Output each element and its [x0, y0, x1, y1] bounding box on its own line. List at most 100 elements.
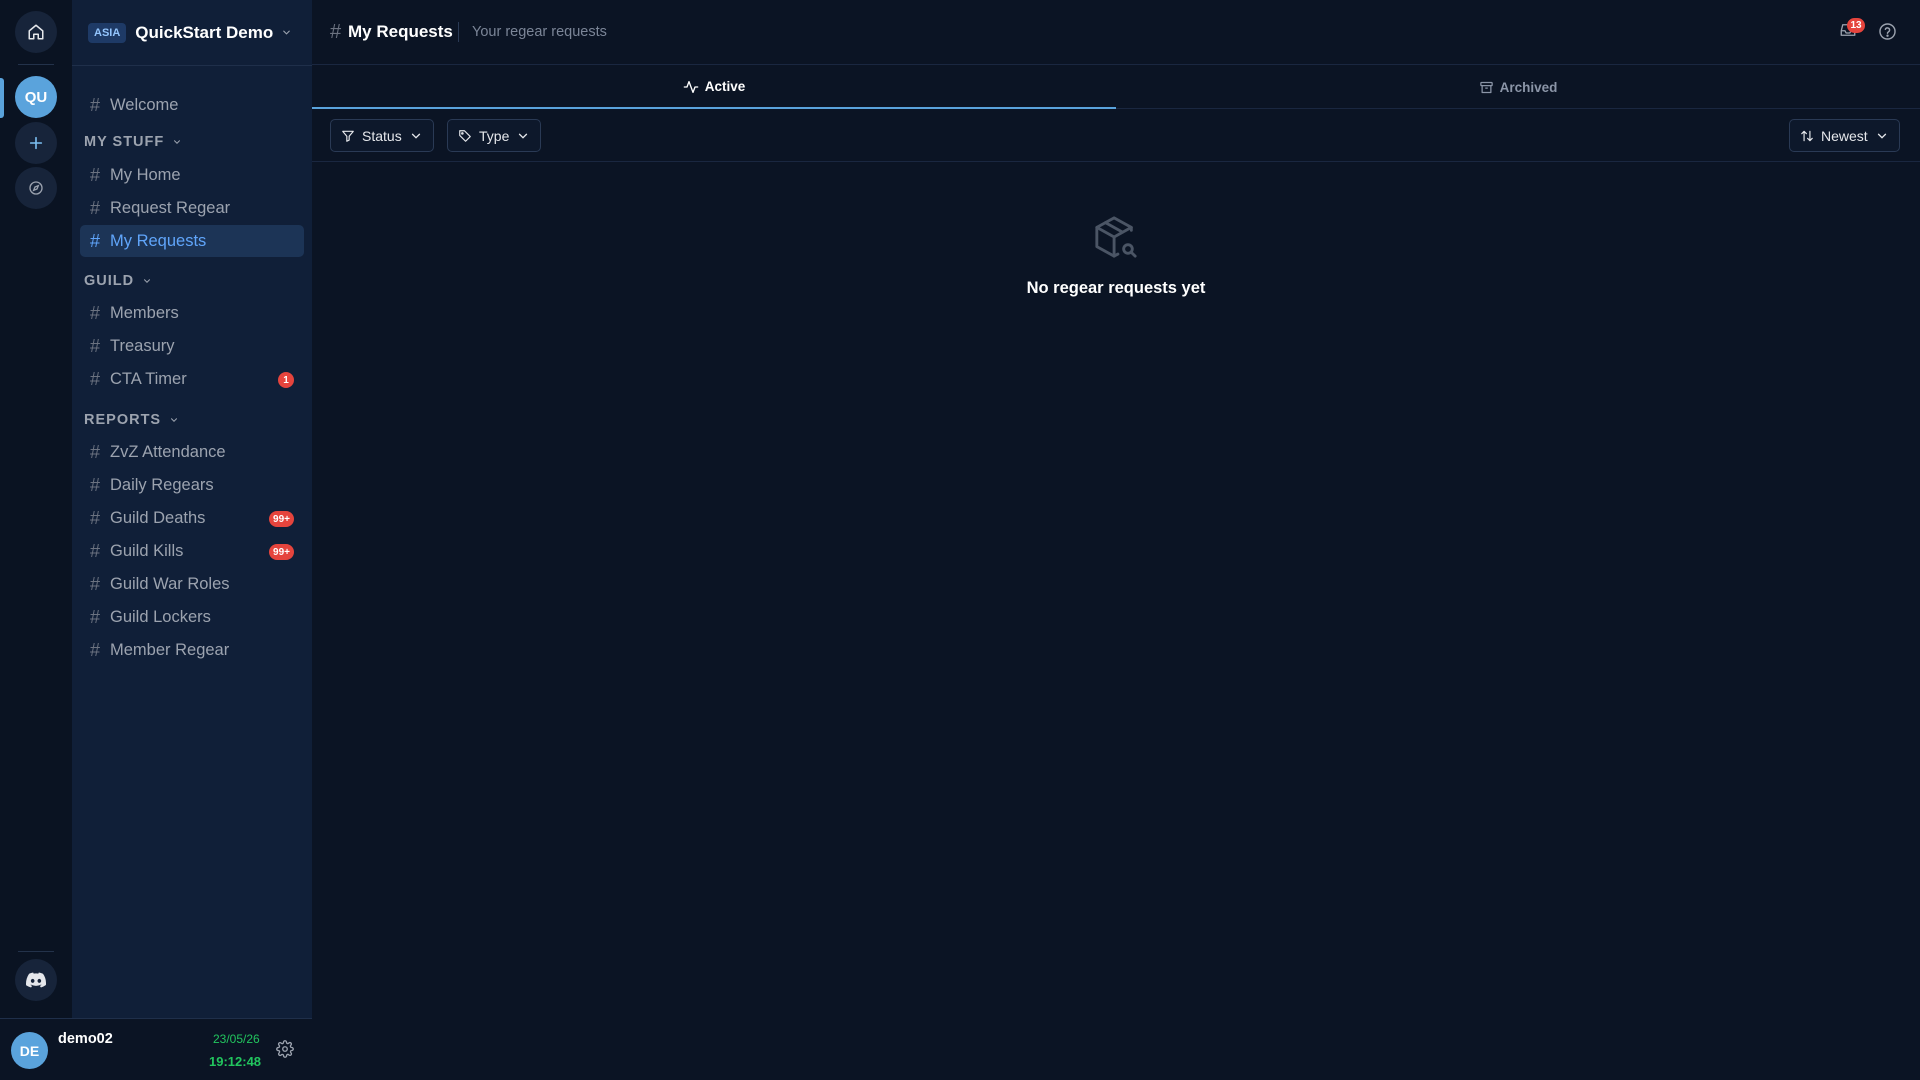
server-name: QuickStart Demo	[135, 22, 274, 42]
archive-icon	[1479, 81, 1493, 94]
chevron-down-icon	[1877, 133, 1886, 139]
unread-badge: 1	[278, 372, 294, 388]
server-header[interactable]: ASIA QuickStart Demo	[72, 0, 312, 66]
clock-time: 19:12:48	[209, 1054, 262, 1069]
nav-item-label: Welcome	[110, 95, 179, 114]
nav-item-guild-deaths[interactable]: # Guild Deaths 99+	[80, 502, 304, 534]
page-subtitle: Your regear requests	[472, 24, 607, 40]
nav-item-daily-regears[interactable]: # Daily Regears	[80, 469, 304, 501]
chevron-down-icon	[283, 30, 291, 35]
section-title: REPORTS	[84, 412, 162, 428]
nav-item-label: Guild Deaths	[110, 508, 206, 527]
sort-button[interactable]: Newest	[1789, 119, 1900, 152]
nav-item-my-requests[interactable]: # My Requests	[80, 225, 304, 257]
region-badge: ASIA	[88, 22, 127, 43]
nav-item-guild-war-roles[interactable]: # Guild War Roles	[80, 568, 304, 600]
nav-item-guild-lockers[interactable]: # Guild Lockers	[80, 601, 304, 633]
section-header-my-stuff[interactable]: MY STUFF	[84, 132, 182, 152]
tab-archived[interactable]: Archived	[1116, 66, 1920, 109]
add-server-button[interactable]	[15, 122, 57, 164]
help-icon	[1879, 23, 1896, 40]
filter-bar: Status Type Newest	[312, 110, 1920, 162]
compass-icon	[29, 181, 43, 195]
explore-button[interactable]	[15, 167, 57, 209]
nav-item-label: My Home	[110, 165, 181, 184]
home-button[interactable]	[15, 11, 57, 53]
discord-icon	[26, 972, 46, 988]
nav-item-guild-kills[interactable]: # Guild Kills 99+	[80, 535, 304, 567]
section-header-guild[interactable]: GUILD	[84, 271, 152, 291]
hash-icon: #	[90, 230, 101, 251]
status-filter-button[interactable]: Status	[330, 119, 434, 152]
notification-badge: 13	[1847, 18, 1865, 33]
help-button[interactable]	[1878, 22, 1897, 46]
main-panel: # My Requests Your regear requests 13 Ac…	[312, 0, 1920, 1080]
empty-state: No regear requests yet	[312, 214, 1920, 298]
section-title: MY STUFF	[84, 134, 165, 150]
tab-label: Archived	[1499, 80, 1558, 95]
server-button-quickstart[interactable]: QU	[15, 76, 57, 118]
home-icon	[28, 24, 44, 40]
nav-item-welcome[interactable]: # Welcome	[80, 89, 304, 121]
active-server-indicator	[0, 78, 4, 118]
nav-item-my-home[interactable]: # My Home	[80, 159, 304, 191]
channel-header: # My Requests Your regear requests 13	[312, 0, 1920, 65]
nav-item-label: Request Regear	[110, 198, 231, 217]
section-header-reports[interactable]: REPORTS	[84, 410, 179, 430]
nav-item-label: Daily Regears	[110, 475, 214, 494]
nav-item-label: Member Regear	[110, 640, 230, 659]
hash-icon: #	[90, 540, 101, 561]
empty-state-title: No regear requests yet	[1026, 279, 1206, 297]
discord-button[interactable]	[15, 959, 57, 1001]
hash-icon: #	[90, 474, 101, 495]
nav-item-zvz-attendance[interactable]: # ZvZ Attendance	[80, 436, 304, 468]
activity-icon	[683, 80, 699, 93]
app-root: QU ASIA QuickStart Demo # Welcome MY STU…	[0, 0, 1920, 1080]
nav-item-label: CTA Timer	[110, 369, 187, 388]
type-filter-button[interactable]: Type	[447, 119, 542, 152]
type-filter-label: Type	[479, 127, 510, 144]
package-search-icon	[1095, 216, 1137, 258]
hash-icon: #	[90, 197, 101, 218]
settings-button[interactable]	[276, 1040, 294, 1063]
sort-icon	[1801, 130, 1813, 141]
nav-item-cta-timer[interactable]: # CTA Timer 1	[80, 363, 304, 395]
clock-date: 23/05/26	[213, 1032, 260, 1046]
nav-item-label: Guild War Roles	[110, 574, 230, 593]
nav-item-label: Guild Kills	[110, 541, 184, 560]
rail-divider-bottom	[18, 951, 54, 952]
section-title: GUILD	[84, 273, 135, 289]
avatar[interactable]: DE	[11, 1032, 48, 1069]
header-divider	[458, 22, 459, 42]
hash-icon: #	[90, 335, 101, 356]
tag-icon	[459, 129, 471, 142]
gear-icon	[276, 1040, 294, 1058]
hash-icon: #	[90, 507, 101, 528]
filter-icon	[342, 130, 354, 142]
hash-icon: #	[90, 164, 101, 185]
hash-icon: #	[90, 606, 101, 627]
channel-sidebar: ASIA QuickStart Demo # Welcome MY STUFF …	[72, 0, 312, 1080]
nav-item-label: My Requests	[110, 231, 207, 250]
nav-item-treasury[interactable]: # Treasury	[80, 330, 304, 362]
hash-icon: #	[90, 368, 101, 389]
nav-item-label: Treasury	[110, 336, 175, 355]
nav-item-members[interactable]: # Members	[80, 297, 304, 329]
nav-item-label: Guild Lockers	[110, 607, 211, 626]
chevron-down-icon	[144, 279, 151, 283]
user-bar: DE demo02 23/05/26 19:12:48	[0, 1018, 312, 1080]
nav-item-request-regear[interactable]: # Request Regear	[80, 192, 304, 224]
chevron-down-icon	[174, 140, 181, 144]
sort-label: Newest	[1821, 127, 1868, 144]
unread-badge: 99+	[269, 544, 294, 560]
hash-icon: #	[90, 302, 101, 323]
server-initials: QU	[24, 88, 48, 106]
nav-item-member-regear[interactable]: # Member Regear	[80, 634, 304, 666]
tab-active[interactable]: Active	[312, 66, 1116, 109]
hash-icon: #	[90, 94, 101, 115]
status-filter-label: Status	[362, 127, 402, 144]
page-title: My Requests	[348, 22, 453, 41]
avatar-initials: DE	[19, 1042, 40, 1059]
chevron-down-icon	[519, 133, 528, 139]
rail-divider	[18, 64, 54, 65]
